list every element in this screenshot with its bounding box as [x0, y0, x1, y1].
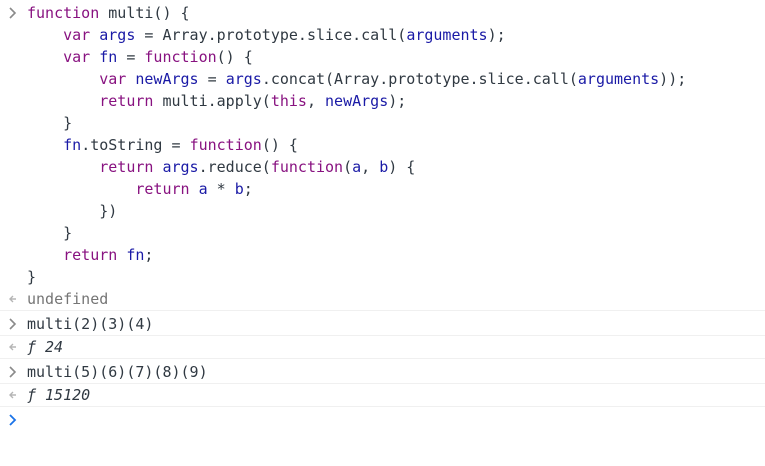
- code-line: return args.reduce(function(a, b) {: [99, 158, 416, 176]
- chevron-right-icon: [9, 414, 17, 426]
- prompt-input[interactable]: [27, 409, 765, 431]
- devtools-console: function multi() { var args = Array.prot…: [0, 0, 765, 466]
- function-result[interactable]: ƒ 24: [27, 336, 765, 358]
- input-lines: multi(2)(3)(4): [27, 313, 765, 335]
- return-arrow-icon: [9, 295, 16, 303]
- input-expression: multi(2)(3)(4): [27, 315, 154, 333]
- function-glyph: ƒ: [27, 386, 37, 404]
- input-expression: multi(5)(6)(7)(8)(9): [27, 363, 208, 381]
- chevron-right-icon: [9, 318, 17, 330]
- console-input-code[interactable]: function multi() { var args = Array.prot…: [0, 0, 765, 288]
- console-input[interactable]: multi(2)(3)(4): [0, 311, 765, 336]
- result-value: 15120: [45, 386, 91, 404]
- code-line: var args = Array.prototype.slice.call(ar…: [63, 26, 506, 44]
- code-line: return multi.apply(this, newArgs);: [99, 92, 407, 110]
- result-lines: ƒ 15120: [27, 384, 765, 406]
- code-line: var newArgs = args.concat(Array.prototyp…: [99, 70, 687, 88]
- code-line: var fn = function() {: [63, 48, 253, 66]
- code-lines: function multi() { var args = Array.prot…: [27, 2, 765, 288]
- code-line: function multi() {: [27, 4, 190, 22]
- console-result: ƒ 24: [0, 336, 765, 359]
- result-value: 24: [45, 338, 64, 356]
- function-result[interactable]: ƒ 15120: [27, 384, 765, 406]
- return-arrow-icon: [9, 343, 16, 351]
- input-lines: multi(5)(6)(7)(8)(9): [27, 361, 765, 383]
- function-glyph: ƒ: [27, 338, 37, 356]
- code-line: fn.toString = function() {: [63, 136, 298, 154]
- chevron-right-icon: [9, 7, 17, 19]
- console-result: ƒ 15120: [0, 384, 765, 407]
- code-line: }: [63, 114, 73, 132]
- prompt-lines: [27, 409, 765, 431]
- result-lines: undefined: [27, 288, 765, 310]
- code-line: }): [99, 202, 118, 220]
- return-arrow-icon: [9, 391, 16, 399]
- code-line: return fn;: [63, 246, 154, 264]
- code-line: }: [27, 268, 37, 286]
- result-lines: ƒ 24: [27, 336, 765, 358]
- console-prompt[interactable]: [0, 407, 765, 431]
- code-line: }: [63, 224, 73, 242]
- chevron-right-icon: [9, 366, 17, 378]
- code-line: return a * b;: [135, 180, 253, 198]
- result-undefined: undefined: [27, 290, 109, 308]
- console-input[interactable]: multi(5)(6)(7)(8)(9): [0, 359, 765, 384]
- console-result: undefined: [0, 288, 765, 311]
